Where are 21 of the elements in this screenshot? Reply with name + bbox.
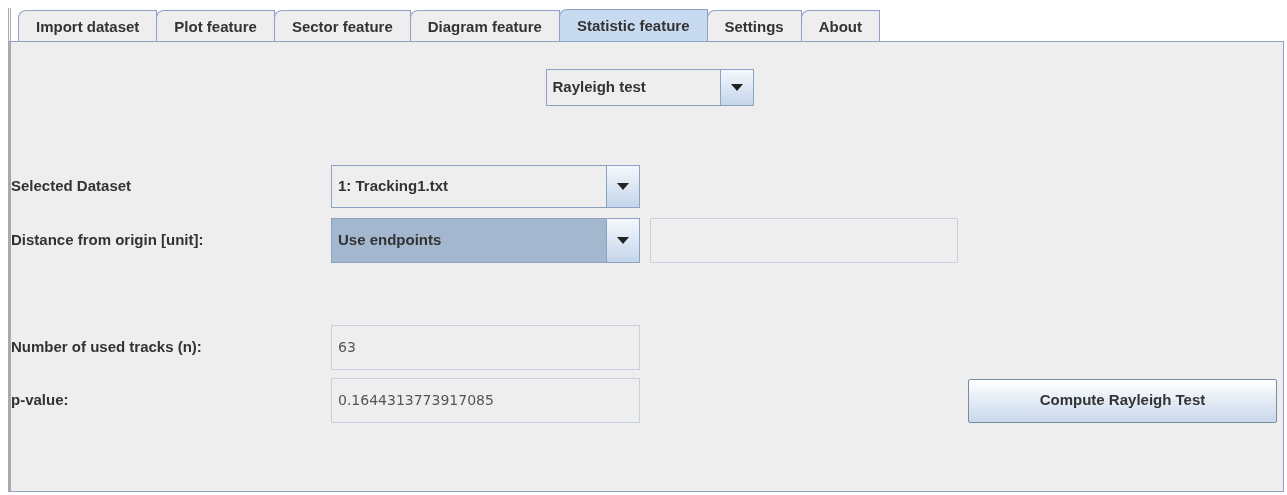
dropdown[interactable]: 1: Tracking1.txt xyxy=(331,165,640,208)
dropdown[interactable]: Use endpoints xyxy=(331,218,640,263)
output-field: 63 xyxy=(331,325,640,370)
output-field: 0.1644313773917085 xyxy=(331,378,640,423)
field-label: p-value: xyxy=(11,390,70,411)
input-field[interactable] xyxy=(650,218,958,263)
tab[interactable]: Sector feature xyxy=(273,10,411,41)
dropdown[interactable]: Rayleigh test xyxy=(545,69,754,106)
field-label: Number of used tracks (n): xyxy=(11,337,203,358)
compute-button[interactable]: Compute Rayleigh Test xyxy=(968,378,1277,423)
caret-icon xyxy=(617,183,629,190)
tab[interactable]: Diagram feature xyxy=(409,10,560,41)
tab[interactable]: About xyxy=(800,10,881,41)
caret-icon xyxy=(730,84,743,91)
field-label: Distance from origin [unit]: xyxy=(11,230,205,251)
tab[interactable]: Statistic feature xyxy=(558,9,708,41)
tab[interactable]: Plot feature xyxy=(156,10,275,41)
field-label: Selected Dataset xyxy=(11,176,133,197)
tab[interactable]: Settings xyxy=(706,10,802,41)
tab[interactable]: Import dataset xyxy=(18,10,158,41)
caret-icon xyxy=(617,237,629,244)
